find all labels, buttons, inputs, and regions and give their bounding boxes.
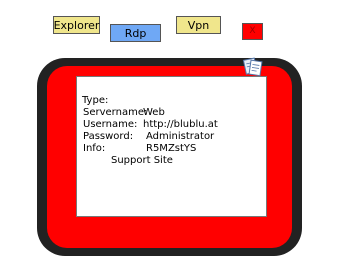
info-value: Support Site — [111, 155, 173, 166]
explorer-button[interactable]: Explorer — [53, 16, 100, 34]
credentials-window: Explorer Rdp Vpn X Type: Web Servername:… — [0, 0, 340, 279]
info-label: Info: — [83, 143, 106, 154]
servername-value: http://blublu.at — [143, 119, 218, 130]
password-value: R5MZstYS — [146, 143, 197, 154]
copy-documents-icon[interactable] — [241, 56, 265, 78]
entry-details-panel: Type: Web Servername: http://blublu.at U… — [76, 76, 267, 217]
rdp-button[interactable]: Rdp — [110, 24, 161, 42]
username-value: Administrator — [146, 131, 215, 142]
info-row: Info: Support Site — [83, 131, 173, 179]
vpn-button[interactable]: Vpn — [176, 16, 221, 34]
close-button[interactable]: X — [242, 23, 263, 40]
